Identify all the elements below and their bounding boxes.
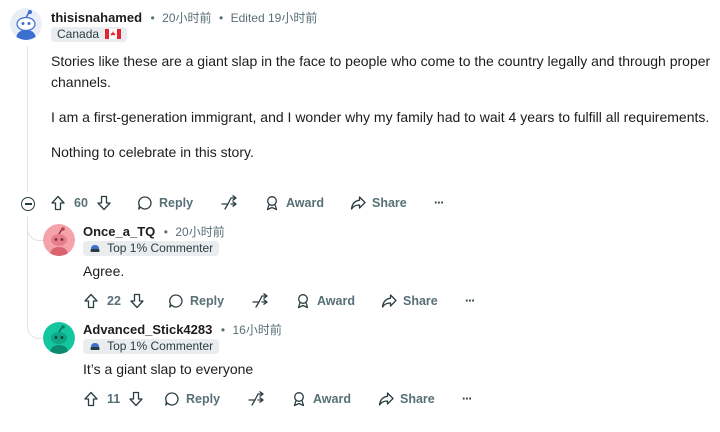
- avatar[interactable]: [43, 322, 75, 354]
- separator: •: [150, 11, 155, 25]
- comment-paragraph: It’s a giant slap to everyone: [83, 361, 254, 377]
- reply-label: Reply: [159, 196, 194, 210]
- separator: •: [218, 11, 224, 25]
- snoo-avatar-icon: [43, 224, 75, 256]
- separator: •: [163, 225, 168, 239]
- edited-label: Edited 19小时前: [230, 11, 318, 25]
- crosspost-icon: [220, 195, 238, 211]
- comment-bubble-icon: [168, 293, 184, 309]
- share-label: Share: [403, 294, 438, 308]
- crosspost-button[interactable]: [247, 389, 265, 409]
- thread-branch-2: [27, 316, 44, 339]
- share-button[interactable]: Share: [378, 389, 435, 409]
- share-icon: [378, 391, 394, 407]
- vote-count: 11: [107, 392, 121, 406]
- thread-line-main: [27, 46, 28, 192]
- thread-branch-1: [27, 220, 44, 241]
- comment-paragraph: I am a first-generation immigrant, and I…: [51, 109, 710, 125]
- username[interactable]: Once_a_TQ: [83, 224, 155, 239]
- comment-body: It’s a giant slap to everyone: [83, 359, 253, 380]
- award-label: Award: [317, 294, 355, 308]
- user-flair: Top 1% Commenter: [83, 339, 220, 356]
- flair-text: Top 1% Commenter: [107, 241, 214, 255]
- snoo-avatar-icon: [10, 8, 42, 40]
- flair-text: Canada: [57, 27, 100, 41]
- vote-count: 22: [107, 294, 121, 308]
- reply-label: Reply: [190, 294, 225, 308]
- comment-bubble-icon: [137, 195, 153, 211]
- more-options-icon: ···: [462, 392, 472, 406]
- top-commenter-icon: [89, 242, 101, 258]
- username[interactable]: Advanced_Stick4283: [83, 322, 212, 337]
- more-options-icon: ···: [434, 196, 444, 210]
- comment-header: Advanced_Stick4283 • 16小时前: [83, 321, 282, 339]
- top-commenter-icon: [89, 340, 101, 356]
- username[interactable]: thisisnahamed: [51, 10, 142, 25]
- user-flair: Top 1% Commenter: [83, 241, 220, 258]
- more-options-button[interactable]: ···: [462, 389, 472, 409]
- more-options-button[interactable]: ···: [465, 291, 475, 311]
- avatar[interactable]: [10, 8, 42, 40]
- award-label: Award: [286, 196, 324, 210]
- reply-button[interactable]: Reply: [164, 389, 220, 409]
- crosspost-icon: [247, 391, 265, 407]
- upvote-icon[interactable]: [83, 293, 99, 309]
- separator: •: [220, 323, 226, 337]
- crosspost-button[interactable]: [220, 193, 238, 213]
- collapse-thread-button[interactable]: [21, 197, 35, 211]
- reply-label: Reply: [186, 392, 221, 406]
- comment-header: thisisnahamed • 20小时前 • Edited 19小时前: [51, 9, 317, 27]
- award-button[interactable]: Award: [295, 291, 355, 311]
- comment-body: Agree.: [83, 261, 124, 282]
- flair-text: Top 1% Commenter: [107, 339, 214, 353]
- share-button[interactable]: Share: [381, 291, 438, 311]
- crosspost-icon: [251, 293, 269, 309]
- comment-header: Once_a_TQ • 20小时前: [83, 223, 225, 241]
- award-icon: [295, 293, 311, 309]
- upvote-icon[interactable]: [83, 391, 99, 407]
- avatar[interactable]: [43, 224, 75, 256]
- vote-group: 22: [83, 291, 145, 311]
- comment-paragraph: Nothing to celebrate in this story.: [51, 144, 254, 160]
- comment-paragraph: Stories like these are a giant slap in t…: [51, 53, 711, 90]
- canada-flag-icon: [105, 28, 122, 39]
- reply-button[interactable]: Reply: [168, 291, 224, 311]
- award-button[interactable]: Award: [264, 193, 324, 213]
- downvote-icon[interactable]: [96, 195, 112, 211]
- vote-count: 60: [74, 196, 88, 210]
- share-icon: [350, 195, 366, 211]
- upvote-icon[interactable]: [50, 195, 66, 211]
- share-icon: [381, 293, 397, 309]
- reply-button[interactable]: Reply: [137, 193, 193, 213]
- award-icon: [264, 195, 280, 211]
- comment-body: Stories like these are a giant slap in t…: [51, 51, 711, 163]
- snoo-avatar-icon: [43, 322, 75, 354]
- vote-group: 11: [83, 389, 144, 409]
- more-options-button[interactable]: ···: [434, 193, 444, 213]
- award-label: Award: [313, 392, 351, 406]
- timestamp[interactable]: 20小时前: [175, 225, 224, 239]
- vote-group: 60: [50, 193, 112, 213]
- share-button[interactable]: Share: [350, 193, 407, 213]
- comment-bubble-icon: [164, 391, 180, 407]
- downvote-icon[interactable]: [128, 391, 144, 407]
- share-label: Share: [400, 392, 435, 406]
- user-flair: Canada: [51, 27, 128, 42]
- crosspost-button[interactable]: [251, 291, 269, 311]
- timestamp[interactable]: 16小时前: [232, 323, 281, 337]
- timestamp[interactable]: 20小时前: [162, 11, 211, 25]
- share-label: Share: [372, 196, 407, 210]
- award-button[interactable]: Award: [291, 389, 351, 409]
- award-icon: [291, 391, 307, 407]
- downvote-icon[interactable]: [129, 293, 145, 309]
- more-options-icon: ···: [465, 294, 475, 308]
- comment-paragraph: Agree.: [83, 263, 125, 279]
